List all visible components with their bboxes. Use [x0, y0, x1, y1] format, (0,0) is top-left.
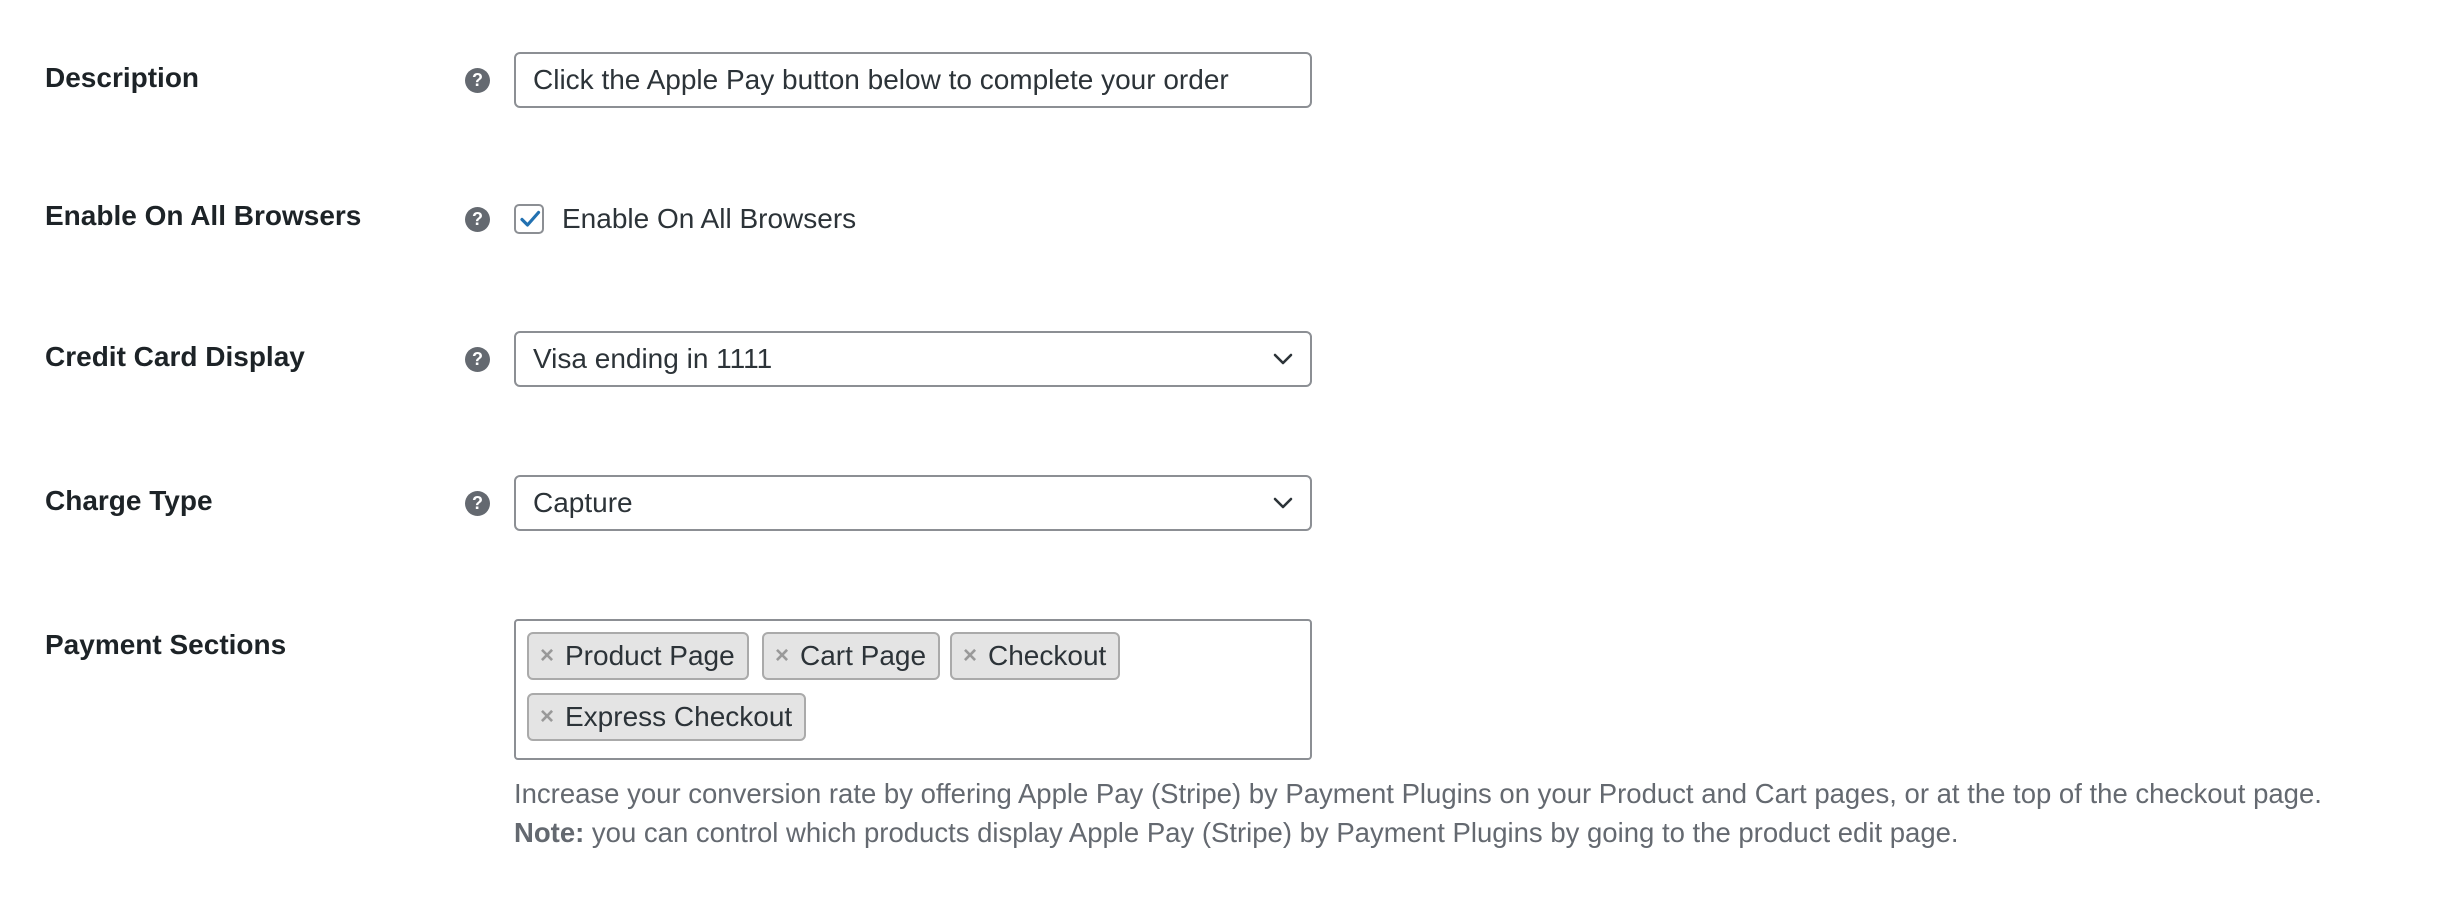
chevron-down-icon [1273, 497, 1293, 509]
tag-label: Express Checkout [565, 701, 793, 732]
credit-card-display-label: Credit Card Display [45, 341, 305, 372]
tag-checkout: × Checkout [950, 632, 1121, 680]
credit-card-display-value: Visa ending in 1111 [533, 343, 773, 374]
remove-tag-icon[interactable]: × [775, 634, 789, 678]
enable-all-browsers-checkbox[interactable] [514, 204, 544, 234]
note-label: Note: [514, 817, 585, 848]
payment-sections-multiselect[interactable]: × Product Page × Cart Page × Checkout × … [514, 619, 1312, 760]
checkmark-icon [520, 210, 541, 227]
tag-express-checkout: × Express Checkout [527, 693, 807, 741]
help-icon[interactable]: ? [465, 68, 490, 93]
charge-type-value: Capture [533, 487, 633, 518]
tag-cart-page: × Cart Page [762, 632, 941, 680]
remove-tag-icon[interactable]: × [540, 695, 554, 739]
enable-all-browsers-checkbox-label[interactable]: Enable On All Browsers [562, 203, 856, 235]
payment-sections-label: Payment Sections [45, 629, 287, 660]
charge-type-label: Charge Type [45, 485, 213, 516]
tag-label: Product Page [565, 640, 735, 671]
credit-card-display-select[interactable]: Visa ending in 1111 [514, 331, 1312, 387]
remove-tag-icon[interactable]: × [540, 634, 554, 678]
tag-label: Checkout [988, 640, 1107, 671]
payment-sections-help-text: Increase your conversion rate by offerin… [514, 778, 2322, 809]
tag-label: Cart Page [800, 640, 927, 671]
enable-all-browsers-label: Enable On All Browsers [45, 200, 362, 231]
description-input[interactable]: Click the Apple Pay button below to comp… [514, 52, 1312, 108]
remove-tag-icon[interactable]: × [963, 634, 977, 678]
help-icon[interactable]: ? [465, 207, 490, 232]
help-icon[interactable]: ? [465, 491, 490, 516]
chevron-down-icon [1273, 353, 1293, 365]
description-label: Description [45, 62, 200, 93]
help-icon[interactable]: ? [465, 347, 490, 372]
note-text: you can control which products display A… [584, 817, 1959, 848]
payment-sections-note: Note: you can control which products dis… [514, 817, 1959, 849]
tag-product-page: × Product Page [527, 632, 749, 680]
charge-type-select[interactable]: Capture [514, 475, 1312, 531]
